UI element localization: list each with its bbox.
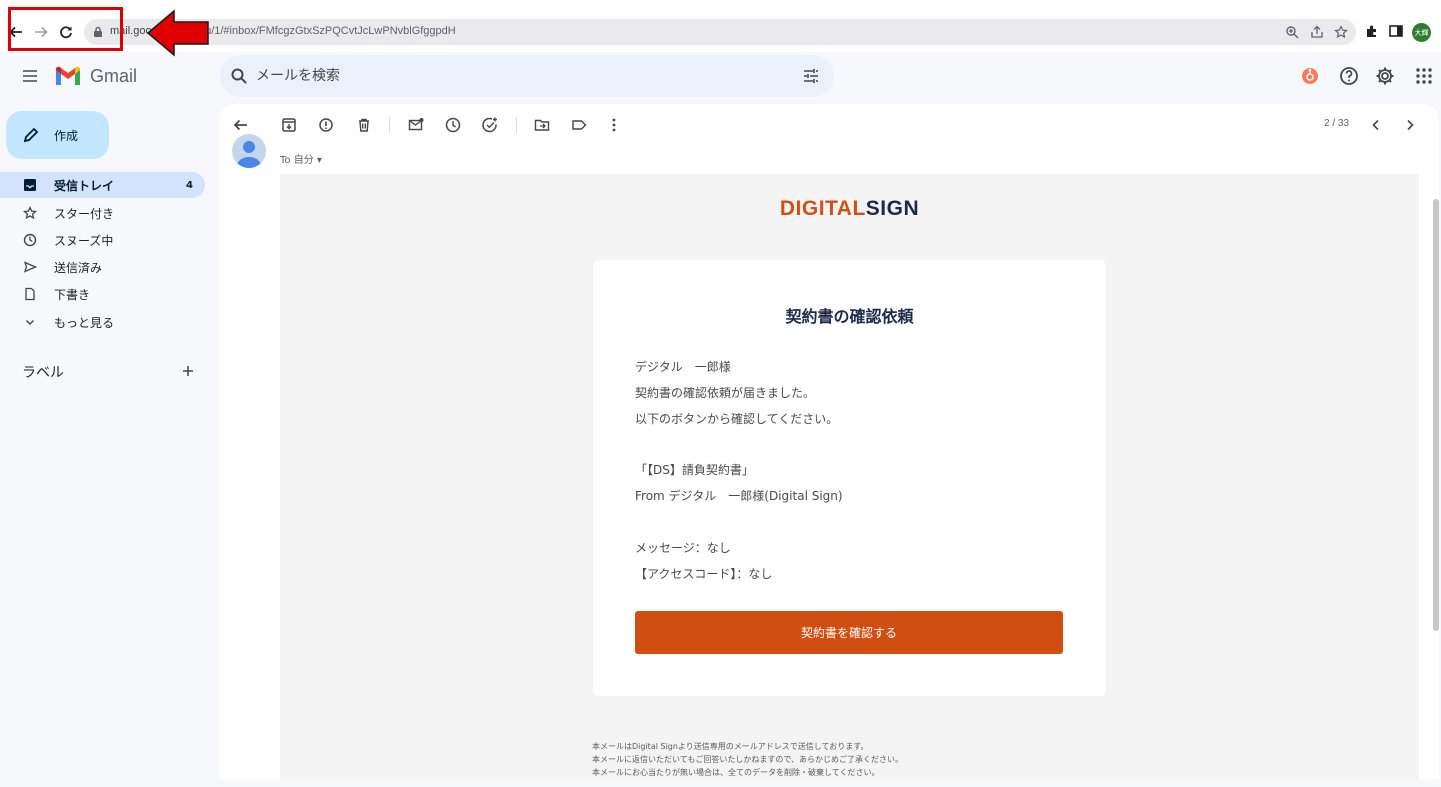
sidebar-item-sent[interactable]: 送信済み [0, 254, 205, 280]
sender-avatar[interactable] [232, 134, 266, 168]
toolbar-divider [389, 117, 390, 133]
share-icon[interactable] [1310, 25, 1324, 39]
newer-icon[interactable] [1367, 116, 1385, 134]
sidebar-item-label: もっと見る [54, 315, 115, 330]
settings-gear-icon[interactable] [1375, 66, 1395, 86]
address-bar[interactable]: mail.goo l/u/1/#inbox/FMfcgzGtxSzPQCvtJcL… [84, 19, 1356, 45]
sidebar-item-more[interactable]: もっと見る [0, 309, 205, 335]
help-icon[interactable] [1339, 66, 1359, 86]
sidebar-item-starred[interactable]: スター付き [0, 200, 205, 226]
snooze-icon[interactable] [444, 116, 462, 134]
label-icon[interactable] [570, 116, 588, 134]
body-line-notice: 契約書の確認依頼が届きました。 [635, 386, 816, 400]
search-bar[interactable] [220, 55, 834, 97]
unread-count-badge: 4 [186, 179, 193, 191]
footer-line: 本メールにお心当たりが無い場合は、全てのデータを削除・破棄してください。 [592, 768, 880, 777]
browser-chrome: mail.goo l/u/1/#inbox/FMfcgzGtxSzPQCvtJcL… [0, 0, 1441, 57]
sidebar-item-inbox[interactable]: 受信トレイ 4 [0, 172, 205, 198]
toolbar-divider [516, 117, 517, 133]
send-icon [22, 259, 38, 275]
apps-grid-icon[interactable] [1414, 66, 1434, 86]
labels-heading: ラベル [22, 365, 64, 381]
caret-down-icon: ▾ [316, 155, 322, 166]
sidebar-item-label: 受信トレイ [54, 178, 115, 193]
report-spam-icon[interactable] [317, 116, 335, 134]
message-panel: 2 / 33 To 自分 ▾ DIGITALSIGN 契約書の確認依頼 デジタル… [219, 104, 1439, 779]
sidebar-item-label: スヌーズ中 [54, 233, 114, 248]
recipient-details-toggle[interactable]: To 自分 ▾ [280, 151, 322, 166]
email-title: 契約書の確認依頼 [785, 307, 914, 326]
older-icon[interactable] [1401, 116, 1419, 134]
search-icon[interactable] [230, 67, 248, 85]
extensions-icon[interactable] [1364, 23, 1382, 41]
recipient-text: To 自分 [280, 155, 314, 166]
mark-unread-icon[interactable] [407, 116, 425, 134]
logo-part-sign: SIGN [865, 197, 920, 220]
body-line-access-code: 【アクセスコード】：なし [635, 567, 773, 581]
move-to-icon[interactable] [533, 116, 551, 134]
logo-part-digital: DIGITAL [779, 197, 866, 220]
main-menu-icon[interactable] [20, 66, 40, 86]
chevron-down-icon [22, 314, 38, 330]
sidebar-item-label: 送信済み [54, 260, 103, 275]
more-vert-icon[interactable] [605, 116, 623, 134]
pagination-count: 2 / 33 [1324, 118, 1350, 129]
compose-button[interactable]: 作成 [6, 111, 109, 159]
annotation-arrow-icon [146, 9, 209, 57]
digitalsign-logo: DIGITALSIGN [280, 197, 1419, 221]
email-card: 契約書の確認依頼 デジタル 一郎様 契約書の確認依頼が届きました。 以下のボタン… [593, 260, 1106, 696]
side-panel-icon[interactable] [1388, 23, 1406, 41]
email-body: DIGITALSIGN 契約書の確認依頼 デジタル 一郎様 契約書の確認依頼が届… [280, 174, 1419, 779]
compose-label: 作成 [54, 128, 79, 143]
body-line-recipient: デジタル 一郎様 [635, 360, 731, 374]
sidebar-item-snoozed[interactable]: スヌーズ中 [0, 227, 205, 253]
pencil-icon [22, 126, 40, 144]
body-line-message: メッセージ：なし [635, 541, 731, 555]
zoom-icon[interactable] [1285, 25, 1299, 39]
footer-line: 本メールに返信いただいてもご回答いたしかねますので、あらかじめご了承ください。 [592, 755, 904, 764]
sidebar-item-label: スター付き [54, 206, 115, 221]
url-path: l/u/1/#inbox/FMfcgzGtxSzPQCvtJcLwPNvblGf… [199, 25, 456, 37]
add-task-icon[interactable] [481, 116, 499, 134]
sidebar-item-drafts[interactable]: 下書き [0, 281, 205, 307]
search-input[interactable] [256, 66, 756, 86]
clock-icon [22, 232, 38, 248]
profile-avatar[interactable]: 大輝 [1412, 23, 1431, 42]
annotation-highlight-box [8, 7, 123, 51]
draft-icon [22, 286, 38, 302]
scrollbar[interactable] [1433, 199, 1439, 631]
add-label-icon[interactable] [180, 363, 196, 379]
inbox-icon [22, 177, 38, 193]
delete-icon[interactable] [355, 116, 373, 134]
bookmark-star-icon[interactable] [1334, 25, 1348, 39]
search-options-icon[interactable] [802, 67, 820, 85]
hubspot-extension-icon[interactable] [1300, 66, 1320, 86]
gmail-logo-icon[interactable] [54, 66, 82, 87]
body-line-instruction: 以下のボタンから確認してください。 [635, 412, 839, 426]
body-line-from: From デジタル 一郎様(Digital Sign) [635, 489, 843, 503]
body-line-document-name: 「【DS】請負契約書」 [635, 463, 754, 477]
sidebar-item-label: 下書き [54, 287, 91, 302]
archive-icon[interactable] [280, 116, 298, 134]
confirm-contract-button[interactable]: 契約書を確認する [635, 611, 1063, 654]
back-arrow-icon[interactable] [232, 116, 250, 134]
gmail-wordmark[interactable]: Gmail [90, 66, 137, 87]
star-icon [22, 205, 38, 221]
footer-line: 本メールはDigital Signより送信専用のメールアドレスで送信しております… [592, 742, 869, 751]
